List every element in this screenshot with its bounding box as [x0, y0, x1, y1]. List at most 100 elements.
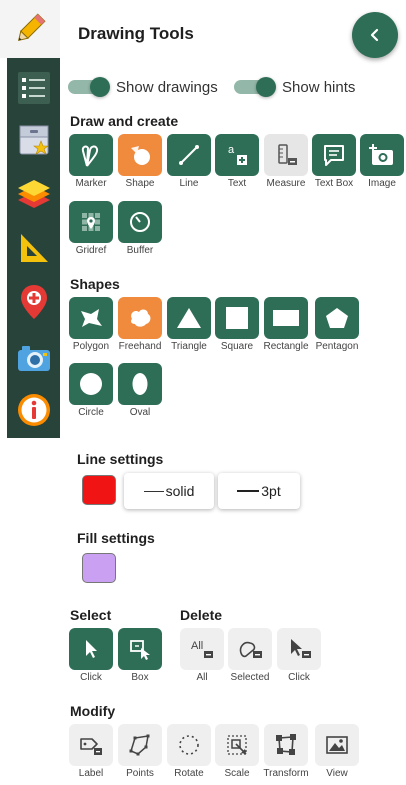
delete-click-icon [291, 639, 311, 658]
tool-label: Buffer [126, 245, 154, 256]
rail-item-legend[interactable] [7, 62, 60, 114]
tool-rectangle[interactable]: Rectangle [263, 297, 309, 352]
tool-delete-selected[interactable]: Selected [228, 628, 272, 683]
freehand-icon [131, 309, 151, 327]
tool-delete-all[interactable]: All All [180, 628, 224, 683]
line-button[interactable] [167, 134, 211, 176]
polygon-button[interactable] [69, 297, 113, 339]
delete-selected-button[interactable] [228, 628, 272, 670]
tool-freehand[interactable]: Freehand [118, 297, 162, 352]
circle-icon [80, 373, 102, 395]
line-style-label: solid [165, 483, 195, 499]
tool-points[interactable]: Points [118, 724, 162, 779]
panel-title: Drawing Tools [78, 24, 194, 43]
box-select-icon [130, 640, 150, 660]
fill-settings-heading: Fill settings [77, 530, 155, 546]
freehand-button[interactable] [118, 297, 162, 339]
tool-image[interactable]: Image [360, 134, 404, 189]
rail-item-layers[interactable] [7, 168, 60, 220]
tool-delete-click[interactable]: Click [277, 628, 321, 683]
rail-item-draw[interactable] [0, 0, 60, 58]
tool-select-click[interactable]: Click [69, 628, 113, 683]
scale-button[interactable] [215, 724, 259, 766]
view-button[interactable] [315, 724, 359, 766]
line-style-button[interactable]: solid [124, 473, 214, 509]
tool-triangle[interactable]: Triangle [167, 297, 211, 352]
show-drawings-toggle[interactable]: Show drawings [68, 76, 218, 98]
tool-rotate[interactable]: Rotate [167, 724, 211, 779]
tool-text-box[interactable]: Text Box [312, 134, 356, 189]
rail-item-photos[interactable] [7, 332, 60, 384]
fill-color-swatch[interactable] [82, 553, 116, 583]
marker-button[interactable] [69, 134, 113, 176]
select-heading: Select [70, 607, 112, 623]
scale-icon [227, 735, 247, 755]
rectangle-icon [273, 310, 299, 326]
list-icon [17, 72, 50, 104]
rail-item-saved[interactable] [7, 114, 60, 166]
text-button[interactable]: a [215, 134, 259, 176]
points-button[interactable] [118, 724, 162, 766]
text-box-button[interactable] [312, 134, 356, 176]
select-box-button[interactable] [118, 628, 162, 670]
delete-all-button[interactable]: All [180, 628, 224, 670]
set-square-icon [20, 234, 48, 262]
tool-view[interactable]: View [315, 724, 359, 779]
transform-button[interactable] [264, 724, 308, 766]
draw-create-heading: Draw and create [70, 113, 179, 129]
tool-buffer[interactable]: Buffer [118, 201, 162, 256]
collapse-button[interactable] [352, 12, 398, 58]
tool-marker[interactable]: Marker [69, 134, 113, 189]
drawer-star-icon [19, 125, 49, 155]
rectangle-button[interactable] [264, 297, 308, 339]
tool-polygon[interactable]: Polygon [69, 297, 113, 352]
shape-button[interactable] [118, 134, 162, 176]
square-button[interactable] [215, 297, 259, 339]
oval-button[interactable] [118, 363, 162, 405]
tool-text[interactable]: a Text [215, 134, 259, 189]
view-icon [326, 736, 348, 754]
tool-transform[interactable]: Transform [263, 724, 309, 779]
modify-heading: Modify [70, 703, 116, 719]
toggle-knob [90, 77, 110, 97]
rotate-button[interactable] [167, 724, 211, 766]
tool-select-box[interactable]: Box [118, 628, 162, 683]
triangle-icon [177, 308, 201, 328]
measure-button[interactable] [264, 134, 308, 176]
square-icon [226, 307, 248, 329]
tool-pentagon[interactable]: Pentagon [315, 297, 359, 352]
gridref-button[interactable] [69, 201, 113, 243]
marker-icon [81, 145, 99, 167]
tool-scale[interactable]: Scale [215, 724, 259, 779]
tool-gridref[interactable]: Gridref [69, 201, 113, 256]
circle-button[interactable] [69, 363, 113, 405]
solid-line-icon [143, 490, 164, 492]
measure-icon [278, 144, 297, 165]
toggle-knob [256, 77, 276, 97]
pentagon-button[interactable] [315, 297, 359, 339]
tool-label: Pentagon [315, 341, 359, 352]
delete-click-button[interactable] [277, 628, 321, 670]
buffer-button[interactable] [118, 201, 162, 243]
tool-oval[interactable]: Oval [118, 363, 162, 418]
svg-text:a: a [228, 144, 235, 156]
text-icon: a [228, 144, 247, 165]
chevron-left-icon [370, 28, 379, 42]
tool-measure[interactable]: Measure [264, 134, 308, 189]
show-hints-toggle[interactable]: Show hints [234, 76, 355, 98]
line-width-button[interactable]: 3pt [218, 473, 300, 509]
image-button[interactable] [360, 134, 404, 176]
rail-item-info[interactable] [7, 384, 60, 436]
select-click-button[interactable] [69, 628, 113, 670]
tool-square[interactable]: Square [215, 297, 259, 352]
tool-label-edit[interactable]: Label [69, 724, 113, 779]
label-button[interactable] [69, 724, 113, 766]
oval-icon [132, 373, 148, 395]
line-color-swatch[interactable] [82, 475, 116, 505]
rail-item-places[interactable] [7, 276, 60, 328]
rail-item-measure[interactable] [7, 222, 60, 274]
tool-line[interactable]: Line [167, 134, 211, 189]
tool-circle[interactable]: Circle [69, 363, 113, 418]
triangle-button[interactable] [167, 297, 211, 339]
tool-shape[interactable]: Shape [118, 134, 162, 189]
